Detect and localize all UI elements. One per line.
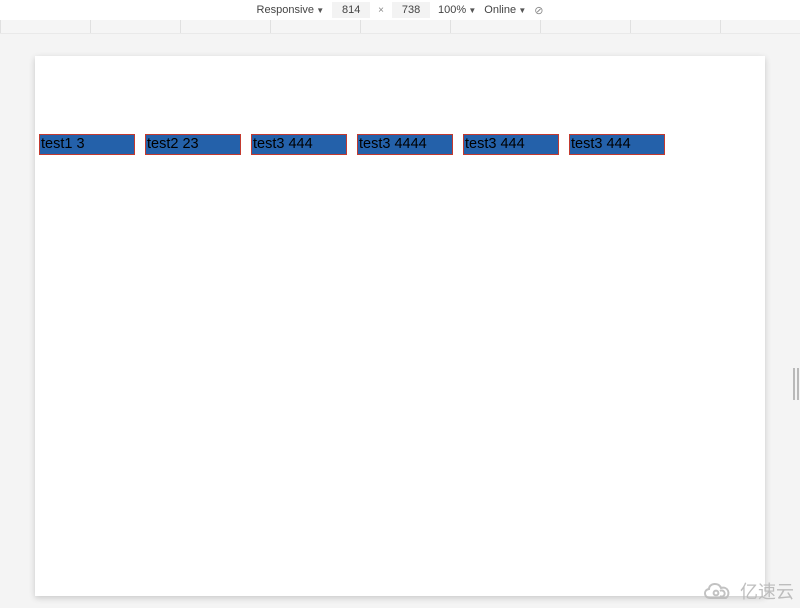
network-throttle-select[interactable]: Online — [484, 4, 526, 16]
device-stage: test1 3 test2 23 test3 444 test3 4444 te… — [0, 34, 800, 608]
viewport-width-input[interactable] — [332, 2, 370, 18]
list-item: test3 4444 — [357, 134, 453, 155]
viewport-height-input[interactable] — [392, 2, 430, 18]
resize-handle-right[interactable] — [793, 368, 799, 400]
list-item: test1 3 — [39, 134, 135, 155]
cloud-icon — [701, 580, 735, 602]
list-item: test3 444 — [569, 134, 665, 155]
list-item: test3 444 — [251, 134, 347, 155]
watermark: 亿速云 — [701, 578, 794, 604]
device-mode-select[interactable]: Responsive — [257, 4, 325, 16]
flex-row: test1 3 test2 23 test3 444 test3 4444 te… — [39, 134, 761, 155]
rotate-icon[interactable]: ⊘ — [534, 4, 543, 17]
ruler-strip — [0, 20, 800, 34]
list-item: test2 23 — [145, 134, 241, 155]
page-viewport: test1 3 test2 23 test3 444 test3 4444 te… — [35, 56, 765, 596]
devtools-device-toolbar: Responsive × 100% Online ⊘ — [0, 0, 800, 20]
watermark-text: 亿速云 — [740, 578, 794, 604]
list-item: test3 444 — [463, 134, 559, 155]
dimension-separator: × — [378, 5, 384, 16]
zoom-select[interactable]: 100% — [438, 4, 476, 16]
